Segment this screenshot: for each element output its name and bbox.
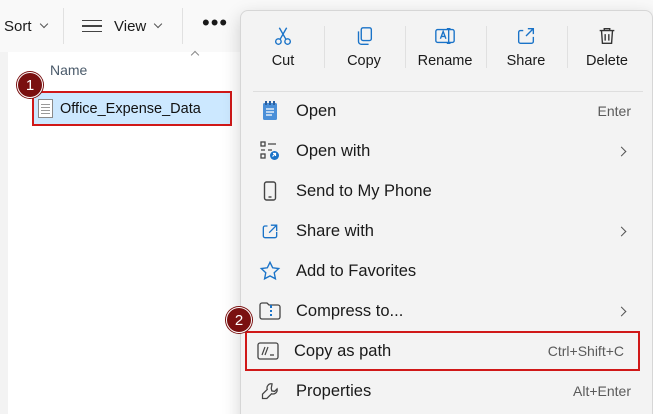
menu-divider xyxy=(253,91,643,92)
file-name: Office_Expense_Data xyxy=(60,100,201,117)
zip-folder-icon xyxy=(259,300,281,322)
chevron-right-icon xyxy=(616,306,627,316)
share-button[interactable]: Share xyxy=(486,11,566,83)
view-label: View xyxy=(114,17,147,35)
menu-item-add-to-favorites[interactable]: Add to Favorites xyxy=(249,253,645,289)
menu-item-compress-to[interactable]: Compress to... xyxy=(249,293,645,329)
share-label: Share xyxy=(506,53,546,69)
menu-item-open-with[interactable]: Open with xyxy=(249,133,645,169)
chevron-right-icon xyxy=(616,226,627,236)
menu-item-shortcut: Enter xyxy=(597,103,631,119)
navigation-pane-edge xyxy=(0,52,8,414)
text-file-icon xyxy=(38,99,53,118)
menu-item-shortcut: Alt+Enter xyxy=(573,383,631,399)
toolbar-divider xyxy=(63,8,64,44)
context-menu: Cut Copy Rename Share Delete Open Enter … xyxy=(240,10,653,414)
menu-item-label: Copy as path xyxy=(294,341,392,360)
scissors-icon xyxy=(274,27,292,45)
menu-item-label: Share with xyxy=(296,221,374,240)
menu-item-share-with[interactable]: Share with xyxy=(249,213,645,249)
view-list-icon xyxy=(82,19,102,33)
view-button[interactable]: View xyxy=(82,0,163,52)
menu-item-copy-as-path[interactable]: Copy as path Ctrl+Shift+C xyxy=(245,331,640,371)
trash-icon xyxy=(599,27,615,45)
copy-icon xyxy=(357,27,373,45)
chevron-down-icon xyxy=(154,19,163,29)
step-badge-1: 1 xyxy=(17,72,43,98)
context-menu-action-bar: Cut Copy Rename Share Delete xyxy=(241,11,653,83)
delete-button[interactable]: Delete xyxy=(567,11,647,83)
open-with-icon xyxy=(259,140,281,162)
menu-item-send-to-phone[interactable]: Send to My Phone xyxy=(249,173,645,209)
menu-item-label: Send to My Phone xyxy=(296,181,432,200)
share-with-icon xyxy=(259,220,281,242)
sort-button[interactable]: Sort xyxy=(4,0,48,52)
notepad-icon xyxy=(259,100,281,122)
menu-item-open[interactable]: Open Enter xyxy=(249,93,645,129)
share-icon xyxy=(517,27,535,45)
menu-item-label: Add to Favorites xyxy=(296,261,417,280)
copy-button[interactable]: Copy xyxy=(324,11,404,83)
file-row-selected[interactable]: Office_Expense_Data xyxy=(32,91,232,126)
menu-item-properties[interactable]: Properties Alt+Enter xyxy=(249,373,645,409)
star-icon xyxy=(259,260,281,282)
rename-icon xyxy=(435,27,455,45)
more-icon: ••• xyxy=(202,10,229,35)
toolbar-divider xyxy=(182,8,183,44)
menu-item-label: Open xyxy=(296,101,337,120)
more-options-button[interactable]: ••• xyxy=(202,0,228,49)
phone-icon xyxy=(259,180,281,202)
chevron-down-icon xyxy=(39,19,48,29)
menu-item-label: Properties xyxy=(296,381,372,400)
cut-label: Cut xyxy=(271,53,295,69)
menu-item-label: Open with xyxy=(296,141,371,160)
sort-label: Sort xyxy=(4,17,32,35)
copy-label: Copy xyxy=(347,53,381,69)
chevron-right-icon xyxy=(616,146,627,156)
step-badge-2: 2 xyxy=(226,307,252,333)
copy-path-icon xyxy=(257,340,279,362)
menu-item-label: Compress to... xyxy=(296,301,404,320)
column-header-name[interactable]: Name xyxy=(50,62,87,78)
menu-item-shortcut: Ctrl+Shift+C xyxy=(547,343,624,359)
wrench-icon xyxy=(259,380,281,402)
rename-label: Rename xyxy=(417,53,473,69)
cut-button[interactable]: Cut xyxy=(243,11,323,83)
rename-button[interactable]: Rename xyxy=(405,11,485,83)
delete-label: Delete xyxy=(586,53,628,69)
